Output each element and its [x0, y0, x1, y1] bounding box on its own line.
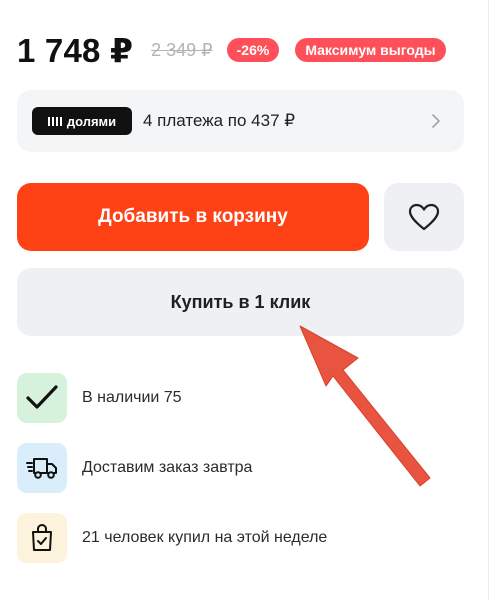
delivery-truck-icon: [26, 458, 57, 479]
benefit-badge: Максимум выгоды: [295, 38, 446, 62]
chevron-right-icon: [432, 114, 440, 128]
dolyami-logo-text: долями: [66, 113, 117, 129]
checkmark-icon: [26, 385, 58, 409]
price-row: 1 748 ₽ 2 349 ₽ -26% Максимум выгоды: [17, 30, 446, 70]
info-row-delivery: Доставим заказ завтра: [17, 443, 467, 493]
current-price: 1 748 ₽: [17, 31, 134, 69]
purchases-text: 21 человек купил на этой неделе: [82, 529, 328, 546]
dolyami-logo: долями: [32, 107, 132, 135]
panel-edge: [488, 0, 501, 600]
delivery-text: Доставим заказ завтра: [82, 459, 253, 476]
dolyami-bars-icon: [47, 116, 62, 126]
shopping-bag-check-icon: [32, 523, 52, 551]
old-price: 2 349 ₽: [151, 39, 213, 60]
product-purchase-panel: 1 748 ₽ 2 349 ₽ -26% Максимум выгоды дол…: [0, 0, 501, 600]
installments-text: 4 платежа по 437 ₽: [143, 111, 296, 130]
stock-icon-box: [17, 373, 67, 423]
purchases-icon-box: [17, 513, 67, 563]
buy-one-click-button[interactable]: Купить в 1 клик: [17, 268, 464, 336]
heart-icon: [408, 203, 440, 231]
info-row-stock: В наличии 75: [17, 373, 467, 423]
discount-badge: -26%: [226, 38, 280, 62]
installments-banner[interactable]: долями 4 платежа по 437 ₽: [17, 90, 464, 152]
info-row-purchases: 21 человек купил на этой неделе: [17, 513, 467, 563]
stock-text: В наличии 75: [82, 389, 182, 406]
favorite-button[interactable]: [384, 183, 464, 251]
delivery-icon-box: [17, 443, 67, 493]
add-to-cart-button[interactable]: Добавить в корзину: [17, 183, 369, 251]
